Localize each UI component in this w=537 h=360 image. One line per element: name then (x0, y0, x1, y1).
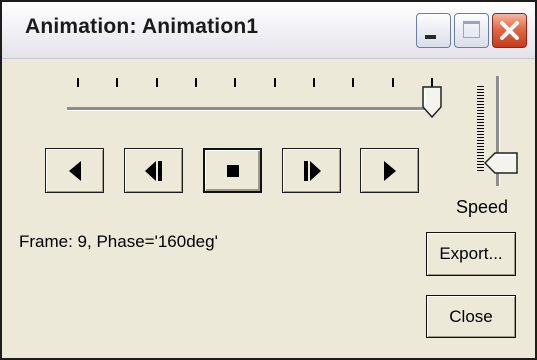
speed-slider-tick (477, 128, 484, 129)
frame-status-text: Frame: 9, Phase='160deg' (19, 232, 218, 251)
window-title: Animation: Animation1 (25, 15, 259, 38)
frame-slider-tick (116, 78, 119, 87)
speed-slider-tick (477, 95, 484, 96)
speed-slider-tick (477, 152, 484, 153)
minimize-icon (425, 35, 436, 39)
speed-slider-tick (477, 149, 484, 150)
speed-slider-tick (477, 134, 484, 135)
speed-slider-tick (477, 89, 484, 90)
speed-slider-tick (477, 107, 484, 108)
frame-slider-tick (234, 78, 237, 87)
speed-slider-tick (477, 137, 484, 138)
play-forward-icon (383, 160, 396, 181)
speed-slider-tick (477, 167, 484, 168)
speed-slider-tick (477, 164, 484, 165)
speed-slider-tick (477, 122, 484, 123)
close-button[interactable]: Close (426, 295, 516, 338)
play-backward-icon (68, 160, 81, 181)
speed-slider-tick (477, 86, 484, 87)
title-bar[interactable]: Animation: Animation1 (2, 2, 535, 59)
play-forward-button[interactable] (360, 148, 419, 193)
play-backward-button[interactable] (45, 148, 104, 193)
frame-slider-tick (273, 78, 276, 87)
speed-slider-tick (477, 140, 484, 141)
frame-slider-tick (391, 78, 394, 87)
close-icon (500, 21, 519, 40)
frame-slider-tick (352, 78, 355, 87)
step-forward-icon (303, 160, 321, 181)
step-backward-icon (144, 160, 162, 181)
export-button[interactable]: Export... (426, 232, 516, 276)
stop-button[interactable] (203, 148, 262, 193)
speed-slider-tick (477, 146, 484, 147)
frame-slider-tick (195, 78, 197, 87)
step-forward-button[interactable] (282, 148, 341, 193)
speed-slider-tick (477, 158, 484, 159)
speed-slider-tick (477, 125, 484, 126)
frame-slider-tick (77, 78, 79, 87)
speed-label: Speed (456, 197, 509, 217)
speed-slider-tick (477, 131, 484, 132)
speed-slider-thumb[interactable] (484, 152, 518, 174)
speed-slider-tick (477, 155, 484, 156)
maximize-icon (463, 21, 480, 38)
frame-slider-thumb[interactable] (422, 86, 442, 118)
speed-slider-tick (477, 116, 484, 117)
maximize-button[interactable] (454, 13, 489, 48)
frame-slider-tick (313, 78, 315, 87)
minimize-button[interactable] (416, 13, 451, 48)
frame-slider-track[interactable] (67, 107, 435, 111)
step-backward-button[interactable] (124, 148, 183, 193)
speed-slider-tick (477, 98, 484, 99)
speed-slider-tick (477, 101, 484, 102)
speed-slider-tick (477, 143, 484, 144)
stop-icon (226, 164, 239, 177)
speed-slider-tick (477, 170, 484, 171)
close-window-button[interactable] (492, 13, 527, 48)
frame-slider-tick (155, 78, 158, 87)
speed-slider-tick (477, 110, 484, 111)
speed-slider-tick (477, 119, 484, 120)
speed-slider-tick (477, 92, 484, 93)
speed-slider-tick (477, 104, 484, 105)
speed-slider-tick (477, 113, 484, 114)
speed-slider-tick (477, 161, 484, 162)
